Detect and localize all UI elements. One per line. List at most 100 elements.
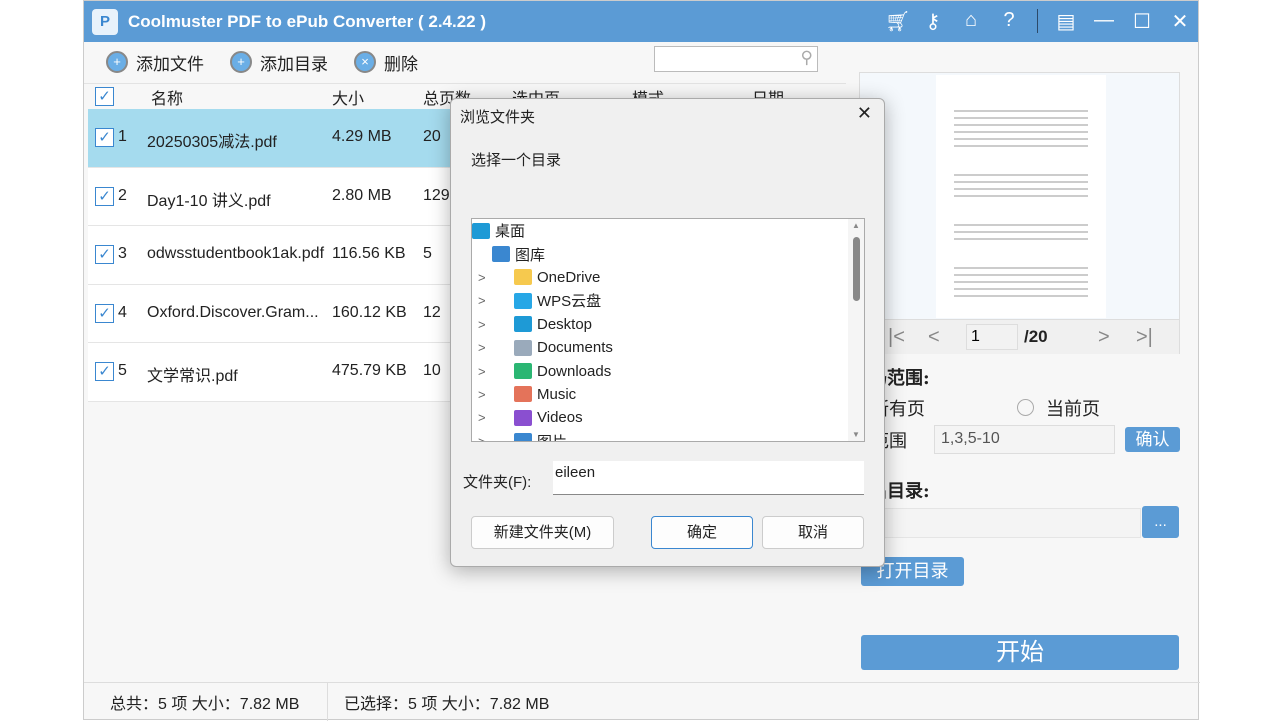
app-title: Coolmuster PDF to ePub Converter ( 2.4.2… xyxy=(128,12,486,32)
pager: |< < /20 > >| xyxy=(860,319,1179,354)
output-path-input[interactable] xyxy=(859,508,1141,538)
help-icon[interactable]: ? xyxy=(999,9,1019,34)
file-name: 文学常识.pdf xyxy=(147,362,238,386)
delete-button[interactable]: ×删除 xyxy=(354,50,418,75)
cart-icon[interactable]: 🛒︎ xyxy=(885,9,905,34)
tree-item[interactable]: > Downloads xyxy=(472,359,864,382)
folder-icon xyxy=(514,269,532,285)
last-page-icon[interactable]: >| xyxy=(1136,326,1153,349)
expand-chevron-icon[interactable]: > xyxy=(478,364,486,379)
tree-item[interactable]: > Videos xyxy=(472,406,864,429)
app-logo-icon: P xyxy=(92,9,118,35)
file-size: 4.29 MB xyxy=(332,128,392,146)
row-checkbox[interactable]: ✓ xyxy=(95,304,114,323)
row-checkbox[interactable]: ✓ xyxy=(95,128,114,147)
ok-button[interactable]: 确定 xyxy=(651,516,753,549)
trash-icon: × xyxy=(354,51,376,73)
start-button[interactable]: 开始 xyxy=(861,635,1179,670)
dialog-title: 浏览文件夹 xyxy=(460,106,535,127)
status-selected: 已选择：5 项 大小：7.82 MB xyxy=(344,690,549,714)
cancel-button[interactable]: 取消 xyxy=(762,516,864,549)
home-icon[interactable]: ⌂ xyxy=(961,9,981,34)
search-input[interactable]: ⚲ xyxy=(654,46,818,72)
expand-chevron-icon[interactable]: > xyxy=(478,410,486,425)
search-icon: ⚲ xyxy=(801,48,813,68)
title-bar: P Coolmuster PDF to ePub Converter ( 2.4… xyxy=(84,1,1198,42)
close-icon[interactable]: ✕ xyxy=(1170,9,1190,34)
folder-tree[interactable]: 桌面图库>OneDrive>WPS云盘>Desktop>Documents>Do… xyxy=(471,218,865,442)
file-name: odwsstudentbook1ak.pdf xyxy=(147,245,324,263)
folder-icon xyxy=(492,246,510,262)
expand-chevron-icon[interactable]: > xyxy=(478,340,486,355)
file-name: Oxford.Discover.Gram... xyxy=(147,304,319,322)
divider xyxy=(1037,9,1038,33)
add-folder-label: 添加目录 xyxy=(260,50,328,75)
minimize-icon[interactable]: — xyxy=(1094,9,1114,34)
expand-chevron-icon[interactable]: > xyxy=(478,270,486,285)
tree-item[interactable]: > WPS云盘 xyxy=(472,289,864,312)
prev-page-icon[interactable]: < xyxy=(928,326,940,349)
row-checkbox[interactable]: ✓ xyxy=(95,362,114,381)
tree-item-label: Documents xyxy=(537,339,613,356)
first-page-icon[interactable]: |< xyxy=(888,326,905,349)
file-name: 20250305减法.pdf xyxy=(147,128,277,152)
tree-item-label: 图库 xyxy=(515,244,545,265)
next-page-icon[interactable]: > xyxy=(1098,326,1110,349)
page-input[interactable] xyxy=(966,324,1018,350)
expand-chevron-icon[interactable]: > xyxy=(478,317,486,332)
col-name[interactable]: 名称 xyxy=(151,85,183,109)
toolbar: +添加文件 + 添加目录 ×删除 ⚲ xyxy=(84,42,846,82)
total-pages: 20 xyxy=(423,128,441,146)
tree-scrollbar[interactable]: ▲▼ xyxy=(848,219,864,441)
folder-input[interactable]: eileen xyxy=(553,461,864,495)
tree-item[interactable]: > Desktop xyxy=(472,313,864,336)
file-size: 475.79 KB xyxy=(332,362,407,380)
row-checkbox[interactable]: ✓ xyxy=(95,187,114,206)
add-file-label: 添加文件 xyxy=(136,50,204,75)
file-name: Day1-10 讲义.pdf xyxy=(147,187,271,211)
select-all-checkbox[interactable]: ✓ xyxy=(95,87,114,106)
col-size[interactable]: 大小 xyxy=(332,85,364,109)
expand-chevron-icon[interactable]: > xyxy=(478,293,486,308)
expand-chevron-icon[interactable]: > xyxy=(478,434,486,442)
page-total: /20 xyxy=(1024,327,1048,347)
tree-item-label: Desktop xyxy=(537,316,592,333)
row-number: 3 xyxy=(118,245,127,263)
tree-item[interactable]: 图库 xyxy=(472,242,864,265)
confirm-button[interactable]: 确认 xyxy=(1125,427,1180,452)
preview-page xyxy=(936,75,1106,318)
current-page-radio[interactable] xyxy=(1017,399,1034,416)
file-size: 116.56 KB xyxy=(332,245,406,263)
folder-icon xyxy=(514,433,532,442)
browse-button[interactable]: ... xyxy=(1142,506,1179,538)
maximize-icon[interactable]: ☐ xyxy=(1132,9,1152,34)
tree-item[interactable]: > Documents xyxy=(472,336,864,359)
range-input[interactable]: 1,3,5-10 xyxy=(934,425,1115,454)
tree-item[interactable]: >图片 xyxy=(472,430,864,442)
feedback-icon[interactable]: ▤ xyxy=(1056,9,1076,34)
folder-icon xyxy=(514,363,532,379)
expand-chevron-icon[interactable]: > xyxy=(478,387,486,402)
add-folder-button[interactable]: + 添加目录 xyxy=(230,50,328,75)
add-folder-icon: + xyxy=(230,51,252,73)
tree-item-label: Music xyxy=(537,386,576,403)
add-file-button[interactable]: +添加文件 xyxy=(106,50,204,75)
status-bar: 总共：5 项 大小：7.82 MB 已选择：5 项 大小：7.82 MB xyxy=(84,682,1200,720)
tree-item-label: WPS云盘 xyxy=(537,290,601,311)
tree-item-label: Downloads xyxy=(537,363,611,380)
dialog-close-icon[interactable]: ✕ xyxy=(857,103,872,124)
folder-label: 文件夹(F): xyxy=(463,471,531,492)
tree-item-label: Videos xyxy=(537,409,583,426)
browse-folder-dialog: 浏览文件夹 ✕ 选择一个目录 桌面图库>OneDrive>WPS云盘>Deskt… xyxy=(450,98,885,567)
tree-item[interactable]: > Music xyxy=(472,383,864,406)
right-panel: |< < /20 > >| 码范围: 所有页 当前页 范围 1,3,5-10 确… xyxy=(859,72,1180,354)
folder-icon xyxy=(514,386,532,402)
key-icon[interactable]: ⚷ xyxy=(923,9,943,34)
tree-item[interactable]: >OneDrive xyxy=(472,266,864,289)
tree-item[interactable]: 桌面 xyxy=(472,219,864,242)
total-pages: 10 xyxy=(423,362,441,380)
dialog-prompt: 选择一个目录 xyxy=(471,149,561,170)
file-size: 2.80 MB xyxy=(332,187,392,205)
row-checkbox[interactable]: ✓ xyxy=(95,245,114,264)
new-folder-button[interactable]: 新建文件夹(M) xyxy=(471,516,614,549)
